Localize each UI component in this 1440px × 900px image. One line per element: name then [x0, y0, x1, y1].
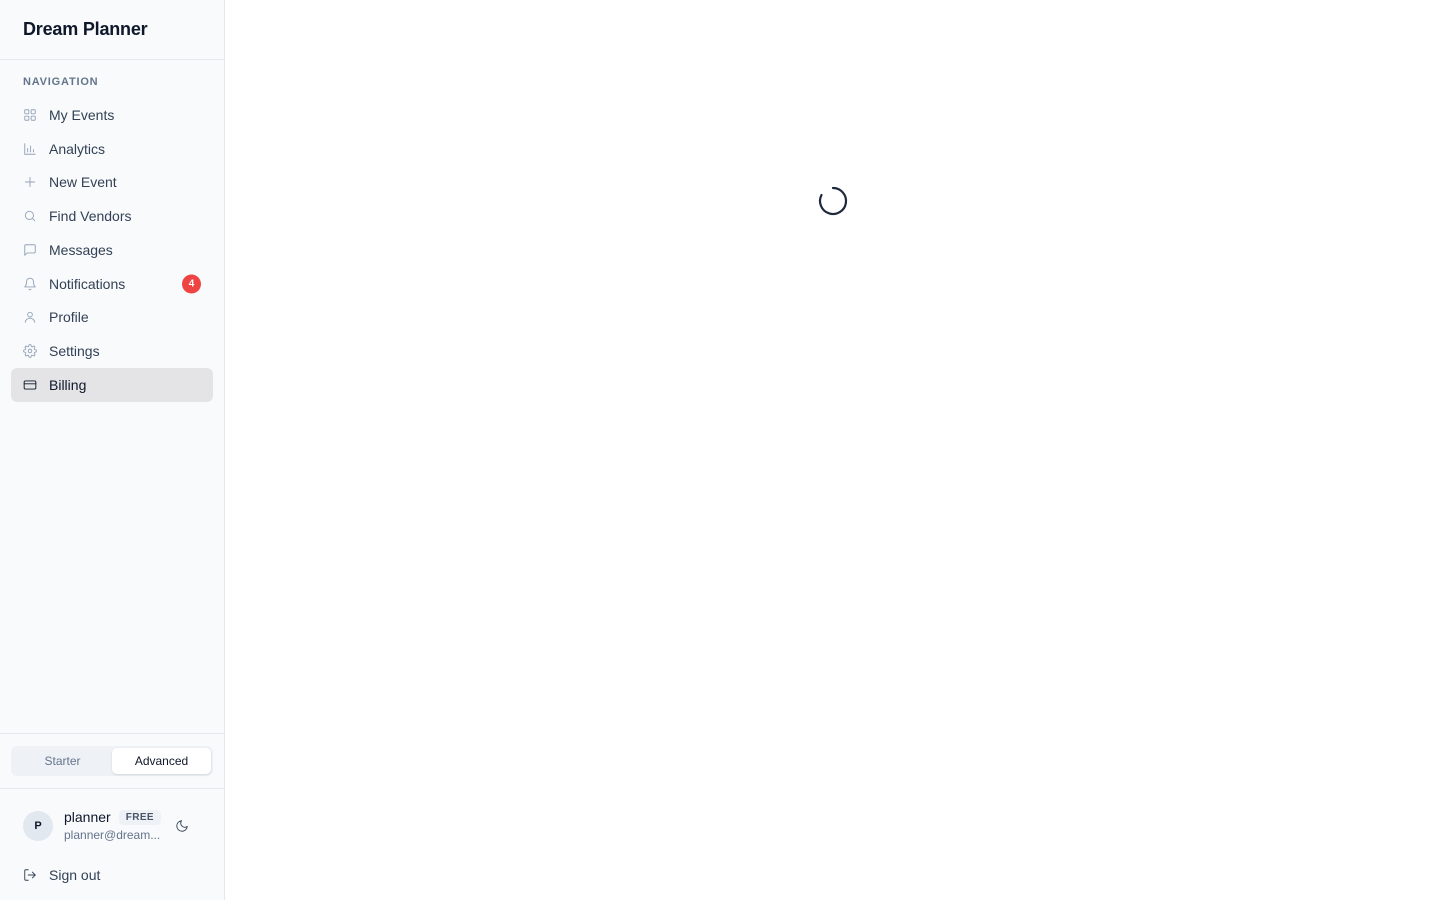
- plus-icon: [23, 175, 37, 189]
- message-icon: [23, 243, 37, 257]
- nav-heading: NAVIGATION: [23, 76, 99, 88]
- log-out-icon: [23, 868, 37, 882]
- grid-icon: [23, 108, 37, 122]
- notification-count-badge: 4: [182, 274, 201, 294]
- sidebar-item-label: Messages: [49, 241, 113, 258]
- brand-title: Dream Planner: [0, 0, 224, 60]
- sidebar-item-label: Billing: [49, 376, 87, 393]
- sidebar-item-label: Notifications: [49, 275, 126, 292]
- sign-out-button[interactable]: Sign out: [11, 860, 213, 890]
- loading-spinner-icon: [817, 185, 849, 217]
- sidebar-item-billing[interactable]: Billing: [11, 368, 213, 402]
- user-email: planner@dream...: [64, 828, 161, 842]
- sidebar-item-profile[interactable]: Profile: [11, 301, 213, 335]
- user-name: planner: [64, 809, 111, 825]
- main-content: [225, 0, 1440, 900]
- mode-advanced-button[interactable]: Advanced: [112, 748, 211, 774]
- credit-card-icon: [23, 378, 37, 392]
- sidebar-item-label: My Events: [49, 106, 115, 123]
- sidebar-item-new-event[interactable]: New Event: [11, 166, 213, 200]
- sidebar-item-find-vendors[interactable]: Find Vendors: [11, 199, 213, 233]
- sidebar-item-label: Find Vendors: [49, 208, 132, 225]
- moon-icon[interactable]: [171, 815, 193, 837]
- sidebar-item-settings[interactable]: Settings: [11, 334, 213, 368]
- bar-chart-icon: [23, 142, 37, 156]
- sidebar-item-notifications[interactable]: Notifications 4: [11, 267, 213, 301]
- avatar: P: [23, 810, 53, 841]
- sign-out-label: Sign out: [49, 867, 101, 883]
- sidebar-item-my-events[interactable]: My Events: [11, 98, 213, 132]
- sidebar-item-analytics[interactable]: Analytics: [11, 132, 213, 166]
- sidebar-item-label: New Event: [49, 174, 117, 191]
- sidebar-nav: NAVIGATION My Events Analytics New Event: [0, 60, 224, 733]
- gear-icon: [23, 344, 37, 358]
- user-card: P planner FREE planner@dream...: [11, 809, 213, 842]
- app-shell: Dream Planner NAVIGATION My Events Analy…: [0, 0, 1440, 900]
- mode-area: Starter Advanced: [0, 733, 224, 788]
- sidebar-item-label: Settings: [49, 343, 100, 360]
- sidebar-item-label: Analytics: [49, 140, 106, 157]
- sidebar: Dream Planner NAVIGATION My Events Analy…: [0, 0, 225, 900]
- user-icon: [23, 310, 37, 324]
- user-info: planner FREE planner@dream...: [64, 809, 171, 842]
- sidebar-item-messages[interactable]: Messages: [11, 233, 213, 267]
- bell-icon: [23, 277, 37, 291]
- plan-badge: FREE: [118, 809, 161, 825]
- mode-starter-button[interactable]: Starter: [13, 748, 112, 774]
- user-area: P planner FREE planner@dream... Sign out: [0, 788, 224, 900]
- mode-toggle: Starter Advanced: [11, 746, 213, 776]
- user-name-line: planner FREE: [64, 809, 171, 825]
- search-icon: [23, 209, 37, 223]
- sidebar-item-label: Profile: [49, 309, 89, 326]
